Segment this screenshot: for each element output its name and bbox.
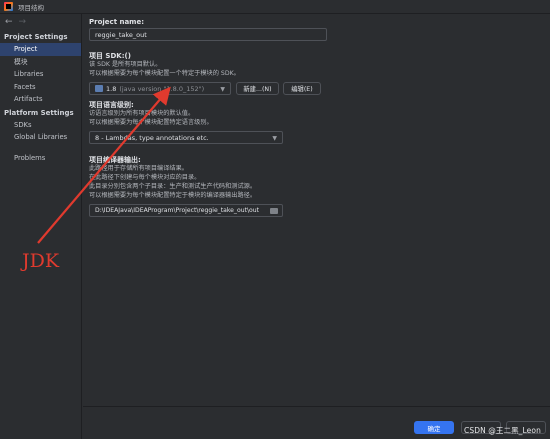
csdn-watermark: CSDN @王二黑_Leon — [464, 426, 541, 435]
language-level-description-1: 访语言级别为所有项目模块的默认值。 — [89, 110, 195, 117]
sidebar-item-project[interactable]: Project — [0, 43, 81, 56]
compiler-output-description-4: 可以根据需要为每个模块配置特定于模块的编译器输出路径。 — [89, 192, 257, 199]
compiler-output-path-value: D:\IDEAJava\IDEAProgram\Project\reggie_t… — [95, 207, 259, 214]
sdk-select-version: (java version "1.8.0_152") — [119, 84, 205, 93]
dialog-footer: 确定 CSDN @王二黑_Leon — [83, 406, 550, 439]
sdk-new-button[interactable]: 新建...(N) — [236, 82, 279, 95]
chevron-down-icon: ▼ — [220, 86, 225, 93]
forward-arrow-icon[interactable]: → — [19, 17, 27, 27]
title-bar: 项目结构 — [0, 0, 550, 14]
sidebar-item-sdks[interactable]: SDKs — [0, 119, 81, 132]
sdk-description-1: 该 SDK 是所有项目默认。 — [89, 61, 162, 68]
jdk-annotation-label: JDK — [22, 250, 60, 272]
sidebar-item-libraries[interactable]: Libraries — [0, 68, 81, 81]
language-level-select[interactable]: 8 - Lambdas, type annotations etc. ▼ — [89, 131, 283, 144]
ok-button[interactable]: 确定 — [414, 421, 454, 434]
sidebar-item-global-libraries[interactable]: Global Libraries — [0, 131, 81, 144]
sdk-description-2: 可以根据需要为每个模块配置一个特定于模块的 SDK。 — [89, 70, 240, 77]
sidebar-item-facets[interactable]: Facets — [0, 81, 81, 94]
sidebar-item-problems[interactable]: Problems — [0, 152, 81, 165]
language-level-description-2: 可以根据需要为每个模块配置特定语言级别。 — [89, 119, 213, 126]
project-settings-panel: Project name: reggie_take_out 项目 SDK:() … — [83, 14, 550, 406]
folder-sdk-icon — [95, 85, 103, 92]
section-platform-settings: Platform Settings — [4, 108, 74, 117]
chevron-down-icon: ▼ — [272, 135, 277, 142]
nav-arrows: ← → — [0, 14, 81, 30]
project-name-label: Project name: — [89, 18, 145, 26]
language-level-value: 8 - Lambdas, type annotations etc. — [95, 133, 209, 142]
browse-folder-icon[interactable] — [270, 208, 278, 214]
compiler-output-description-3: 此目录分别包含两个子目录：生产和测试生产代码和测试源。 — [89, 183, 257, 190]
sdk-select[interactable]: 1.8 (java version "1.8.0_152") ▼ — [89, 82, 231, 95]
compiler-output-path-input[interactable]: D:\IDEAJava\IDEAProgram\Project\reggie_t… — [89, 204, 283, 217]
sidebar-item-artifacts[interactable]: Artifacts — [0, 93, 81, 106]
settings-sidebar: ← → Project Settings Project 模块 Librarie… — [0, 14, 82, 439]
back-arrow-icon[interactable]: ← — [5, 17, 13, 27]
section-project-settings: Project Settings — [4, 33, 68, 41]
sidebar-item-modules[interactable]: 模块 — [0, 56, 81, 69]
compiler-output-description-1: 此路径用于存储所有项目编译结果。 — [89, 165, 188, 172]
sdk-edit-button[interactable]: 编辑(E) — [283, 82, 321, 95]
intellij-logo-icon — [4, 2, 13, 11]
window-title: 项目结构 — [18, 3, 44, 12]
sdk-select-value: 1.8 — [106, 84, 117, 93]
compiler-output-description-2: 在此路径下创建与每个模块对应的目录。 — [89, 174, 201, 181]
project-name-input[interactable]: reggie_take_out — [89, 28, 327, 41]
